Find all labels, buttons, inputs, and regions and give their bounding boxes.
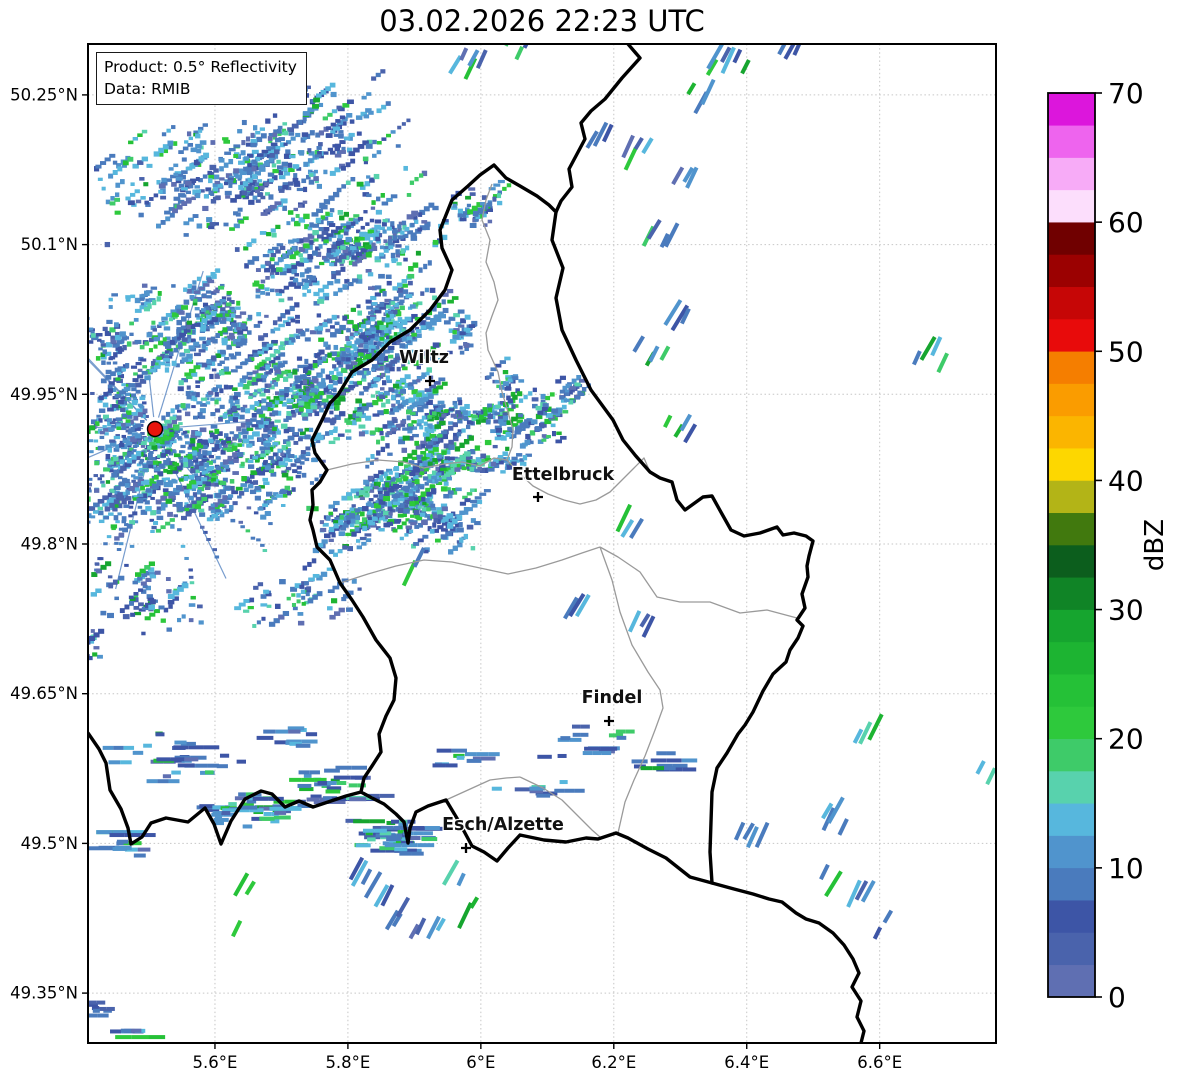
radar-map-svg: Wiltz Ettelbruck Findel Esch/Alzette 5.6°E 5.… xyxy=(10,43,1170,1072)
x-tick-label: 6.6°E xyxy=(857,1053,902,1072)
x-tick-label: 5.8°E xyxy=(325,1053,370,1072)
colorbar-unit-label: dBZ xyxy=(1140,519,1170,571)
data-source-line: Data: RMIB xyxy=(104,80,191,98)
colorbar-tick-label: 0 xyxy=(1108,981,1126,1014)
x-tick-label: 6.4°E xyxy=(724,1053,769,1072)
colorbar-tick-label: 50 xyxy=(1108,335,1144,368)
colorbar-tick-label: 10 xyxy=(1108,852,1144,885)
product-line: Product: 0.5° Reflectivity xyxy=(104,58,297,76)
colorbar-segment xyxy=(1048,415,1095,449)
colorbar-segment xyxy=(1048,157,1095,191)
colorbar-segment xyxy=(1048,673,1095,707)
colorbar-segment xyxy=(1048,286,1095,320)
colorbar-tick-label: 70 xyxy=(1108,77,1144,110)
y-tick-label: 49.95°N xyxy=(10,385,78,404)
colorbar-tick-label: 40 xyxy=(1108,464,1144,497)
colorbar-segment xyxy=(1048,318,1095,352)
y-tick-label: 50.25°N xyxy=(10,85,78,104)
y-tick-label: 49.35°N xyxy=(10,984,78,1003)
city-label: Esch/Alzette xyxy=(442,815,564,835)
x-tick-label: 6.2°E xyxy=(591,1053,636,1072)
colorbar-segment xyxy=(1048,92,1095,126)
colorbar-segment xyxy=(1048,576,1095,610)
colorbar-segment xyxy=(1048,964,1095,998)
x-tick-label: 6°E xyxy=(466,1053,495,1072)
colorbar-segment xyxy=(1048,480,1095,514)
colorbar-tick-label: 60 xyxy=(1108,206,1144,239)
colorbar-segment xyxy=(1048,447,1095,481)
x-tick-label: 5.6°E xyxy=(192,1053,237,1072)
colorbar-segment xyxy=(1048,189,1095,223)
y-tick-label: 49.65°N xyxy=(10,684,78,703)
y-tick-label: 50.1°N xyxy=(21,235,78,254)
colorbar-segment xyxy=(1048,641,1095,675)
city-label: Wiltz xyxy=(399,348,449,368)
colorbar-segment xyxy=(1048,738,1095,772)
city-label: Findel xyxy=(582,688,643,708)
product-info-box: Product: 0.5° Reflectivity Data: RMIB xyxy=(96,52,307,105)
colorbar-segment xyxy=(1048,770,1095,804)
colorbar-tick-label: 20 xyxy=(1108,723,1144,756)
colorbar-segment xyxy=(1048,802,1095,836)
colorbar-segment xyxy=(1048,835,1095,869)
colorbar-segment xyxy=(1048,706,1095,740)
colorbar-segment xyxy=(1048,867,1095,901)
colorbar-segment xyxy=(1048,899,1095,933)
colorbar-segment xyxy=(1048,350,1095,384)
colorbar-segment xyxy=(1048,383,1095,417)
radar-site-marker xyxy=(146,420,164,438)
colorbar-segment xyxy=(1048,124,1095,158)
city-label: Ettelbruck xyxy=(512,465,615,485)
colorbar-tick-label: 30 xyxy=(1108,594,1144,627)
colorbar-segment xyxy=(1048,254,1095,288)
y-tick-label: 49.8°N xyxy=(21,534,78,553)
colorbar-segment xyxy=(1048,609,1095,643)
colorbar-segment xyxy=(1048,544,1095,578)
colorbar-segment xyxy=(1048,221,1095,255)
colorbar-segment xyxy=(1048,512,1095,546)
colorbar-segment xyxy=(1048,932,1095,966)
radar-figure: 03.02.2026 22:23 UTC Product: 0.5° Refle… xyxy=(0,0,1184,1081)
colorbar: 0 10 20 30 40 50 60 70 dBZ xyxy=(1047,77,1170,1014)
y-tick-label: 49.5°N xyxy=(21,834,78,853)
figure-title: 03.02.2026 22:23 UTC xyxy=(379,4,705,38)
